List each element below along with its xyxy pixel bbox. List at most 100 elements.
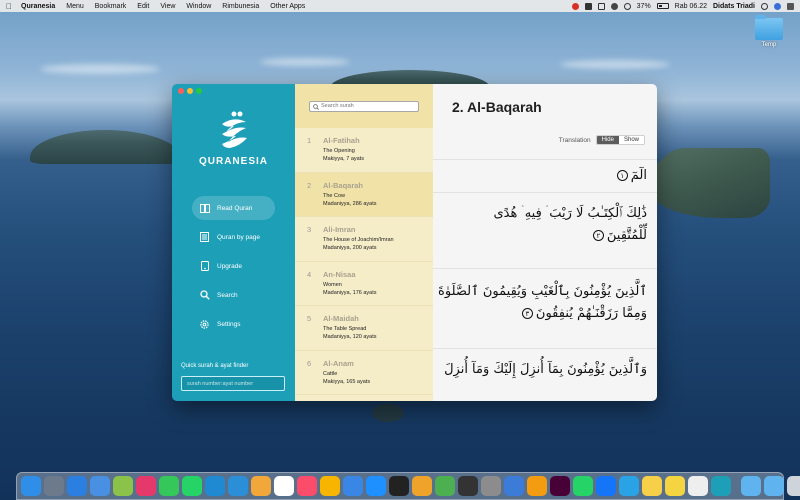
launchpad-icon[interactable] [44, 476, 64, 496]
minimize-window-button[interactable] [187, 88, 193, 94]
music-icon[interactable] [297, 476, 317, 496]
wifi-icon[interactable] [623, 2, 631, 10]
bluetooth-icon[interactable] [610, 2, 618, 10]
finder-icon[interactable] [21, 476, 41, 496]
sequel-icon[interactable] [412, 476, 432, 496]
trash-icon[interactable] [787, 476, 800, 496]
edge-icon[interactable] [228, 476, 248, 496]
close-window-button[interactable] [178, 88, 184, 94]
xd-icon[interactable] [550, 476, 570, 496]
verse-number-marker: ١ [616, 170, 628, 181]
surah-meaning: Cattle [323, 370, 338, 377]
surah-meta: Madaniyya, 120 ayats [323, 334, 377, 340]
control-center-icon[interactable] [787, 2, 794, 10]
verse-2[interactable]: ذَٰلِكَ ٱلْكِتَـٰبُ لَا رَيْبَ ۛ فِيهِ ۛ… [433, 192, 657, 268]
keynote-icon[interactable] [343, 476, 363, 496]
zoom-window-button[interactable] [196, 88, 202, 94]
surah-list-item-selected[interactable]: 2 Al-Baqarah The Cow Madaniyya, 286 ayat… [295, 172, 433, 217]
menu-edit[interactable]: Edit [137, 3, 149, 10]
verse-4[interactable]: وَٱلَّذِينَ يُؤْمِنُونَ بِمَآ أُنزِلَ إِ… [433, 348, 657, 401]
search-icon[interactable] [761, 2, 768, 10]
menu-other-apps[interactable]: Other Apps [270, 3, 305, 10]
photos-icon[interactable] [251, 476, 271, 496]
xcode-icon[interactable] [596, 476, 616, 496]
quranesia-icon[interactable] [711, 476, 731, 496]
slack-icon[interactable] [136, 476, 156, 496]
vscode-icon[interactable] [205, 476, 225, 496]
surah-meaning: The Table Spread [323, 326, 367, 332]
island-left [30, 130, 180, 164]
mail-icon[interactable] [90, 476, 110, 496]
nav-search[interactable]: Search [192, 283, 275, 307]
preview-icon[interactable] [113, 476, 133, 496]
cloud [40, 64, 160, 74]
verse-1[interactable]: الٓمٓ١ [433, 159, 657, 192]
record-icon[interactable] [571, 2, 579, 10]
safari-technology-preview-icon[interactable] [504, 476, 524, 496]
nav-label: Upgrade [217, 262, 242, 270]
hide-translation-button[interactable]: Hide [596, 136, 619, 144]
menu-menu[interactable]: Menu [66, 3, 84, 10]
surah-number: 4 [307, 269, 312, 279]
book-icon [199, 203, 210, 214]
calendar-icon[interactable] [274, 476, 294, 496]
nav-settings[interactable]: Settings [192, 312, 275, 336]
terminal-icon[interactable] [458, 476, 478, 496]
search-surah-input[interactable] [321, 103, 416, 109]
sketch-icon[interactable] [320, 476, 340, 496]
whatsapp-desktop-icon[interactable] [573, 476, 593, 496]
show-translation-button[interactable]: Show [618, 136, 644, 144]
verse-text: الٓمٓ [630, 168, 647, 183]
nav-quran-by-page[interactable]: Quran by page [192, 225, 275, 249]
clock[interactable]: Rab 06.22 [675, 3, 707, 10]
surah-meta: Madaniyya, 176 ayats [323, 289, 377, 296]
pages-icon [199, 232, 210, 243]
battery-percent: 37% [636, 2, 651, 10]
system-preferences-icon[interactable] [481, 476, 501, 496]
surah-list-item[interactable]: 4 An-Nisaa Women Madaniyya, 176 ayats [295, 262, 433, 306]
surah-name: Al-Fatihah [323, 136, 360, 145]
island-right [650, 148, 770, 218]
menu-bookmark[interactable]: Bookmark [95, 3, 127, 10]
surah-list-panel: 1 Al-Fatihah The Opening Makiyya, 7 ayat… [295, 84, 433, 401]
dropbox-icon[interactable] [584, 2, 592, 10]
textedit-icon[interactable] [688, 476, 708, 496]
search-box[interactable] [309, 100, 419, 112]
menu-rimbunesia[interactable]: Rimbunesia [222, 3, 259, 10]
menu-window[interactable]: Window [186, 3, 211, 10]
surah-name: Al-Maidah [323, 314, 359, 323]
github-icon[interactable] [389, 476, 409, 496]
nav-upgrade[interactable]: Upgrade [192, 254, 275, 278]
books-icon[interactable] [527, 476, 547, 496]
menu-view[interactable]: View [160, 3, 175, 10]
user-name[interactable]: Didats Triadi [713, 3, 755, 10]
cyberduck-icon[interactable] [642, 476, 662, 496]
cast-icon[interactable] [597, 2, 605, 10]
upgrade-icon [199, 261, 210, 272]
telegram-icon[interactable] [619, 476, 639, 496]
desktop-folder[interactable]: Temp [754, 15, 784, 48]
sidebar: QURANESIA Read Quran Quran by page Upgra… [172, 84, 295, 401]
ayat-finder-input[interactable] [181, 376, 285, 391]
whatsapp-icon[interactable] [182, 476, 202, 496]
nav-read-quran[interactable]: Read Quran [192, 196, 275, 220]
menu-app-name[interactable]: Quranesia [21, 3, 55, 10]
surah-meta: Makiyya, 7 ayats [323, 156, 364, 162]
surah-list-item[interactable]: 1 Al-Fatihah The Opening Makiyya, 7 ayat… [295, 128, 433, 173]
appstore-icon[interactable] [366, 476, 386, 496]
downloads-folder-icon[interactable] [741, 476, 761, 496]
safari-icon[interactable] [67, 476, 87, 496]
surah-list-item[interactable]: 6 Al-Anam Cattle Makiyya, 165 ayats [295, 351, 433, 395]
verse-3[interactable]: ٱلَّذِينَ يُؤْمِنُونَ بِٱلْغَيْبِ وَيُقِ… [433, 268, 657, 348]
maps-icon[interactable] [435, 476, 455, 496]
messages-icon[interactable] [159, 476, 179, 496]
surah-list-item[interactable]: 5 Al-Maidah The Table Spread Madaniyya, … [295, 306, 433, 351]
battery-icon[interactable] [656, 3, 669, 9]
apple-icon[interactable]:  [6, 2, 12, 11]
notes-icon[interactable] [665, 476, 685, 496]
documents-folder-icon[interactable] [764, 476, 784, 496]
siri-icon[interactable] [774, 2, 781, 10]
surah-list-item[interactable]: 3 Ali-Imran The House of Joachim/Imran M… [295, 217, 433, 262]
dock [16, 472, 800, 500]
surah-meaning: The House of Joachim/Imran [323, 237, 394, 243]
